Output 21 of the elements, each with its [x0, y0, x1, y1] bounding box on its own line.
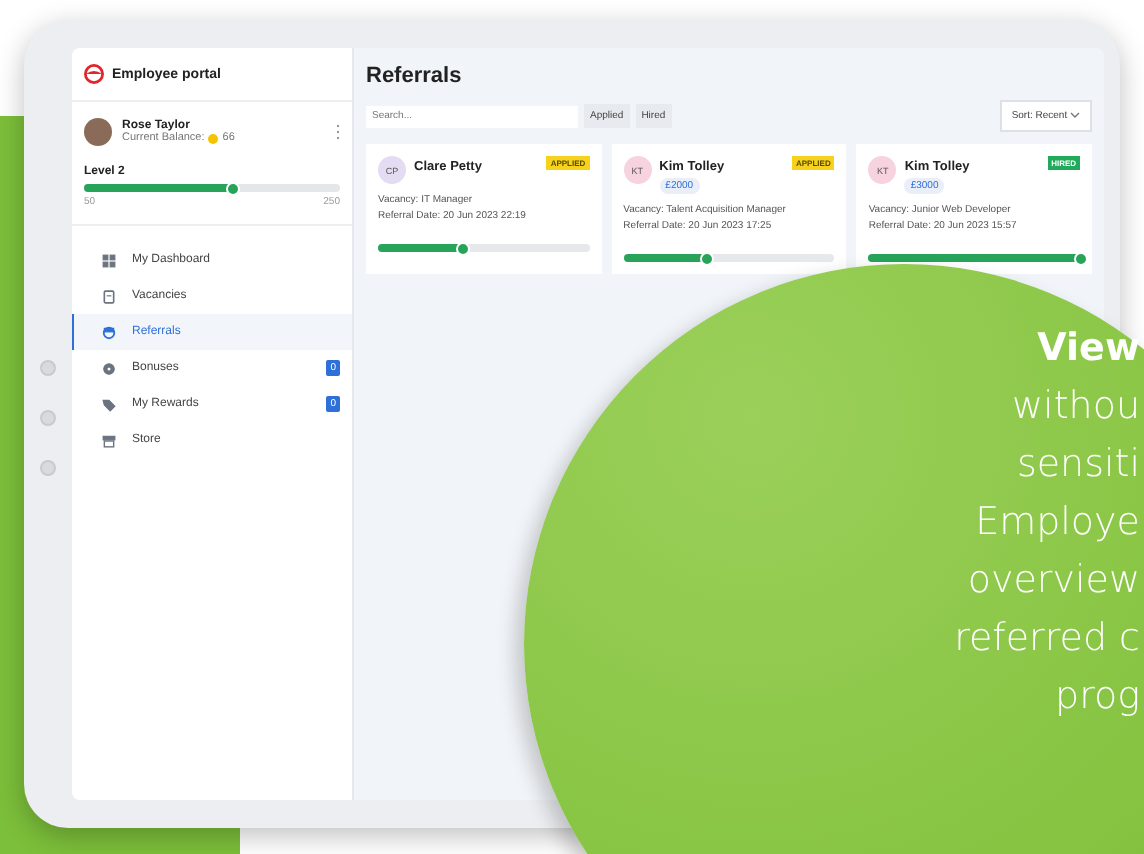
logo-icon: [84, 64, 104, 84]
shop-icon: [102, 433, 116, 447]
promo-text: withou: [1012, 382, 1140, 432]
bezel-dot: [40, 460, 56, 476]
circle-icon: [102, 325, 116, 339]
gear-icon: [102, 361, 116, 375]
promo-text: View: [1037, 324, 1140, 374]
avatar: [84, 118, 112, 146]
promo-text: overview: [967, 556, 1140, 606]
bezel-dot: [40, 410, 56, 426]
page-title: Referrals: [366, 64, 464, 88]
promo-text: referred c: [954, 614, 1140, 664]
coin-icon: [208, 133, 219, 143]
promo-text: Employe: [975, 498, 1140, 548]
clipboard-icon: [102, 289, 116, 303]
promo-text: prog: [1055, 672, 1140, 722]
grid-icon: [102, 253, 116, 267]
tag-icon: [102, 397, 116, 411]
bezel-dot: [40, 360, 56, 376]
promo-text: sensiti: [1016, 440, 1140, 490]
chevron-down-icon: [1070, 112, 1080, 118]
